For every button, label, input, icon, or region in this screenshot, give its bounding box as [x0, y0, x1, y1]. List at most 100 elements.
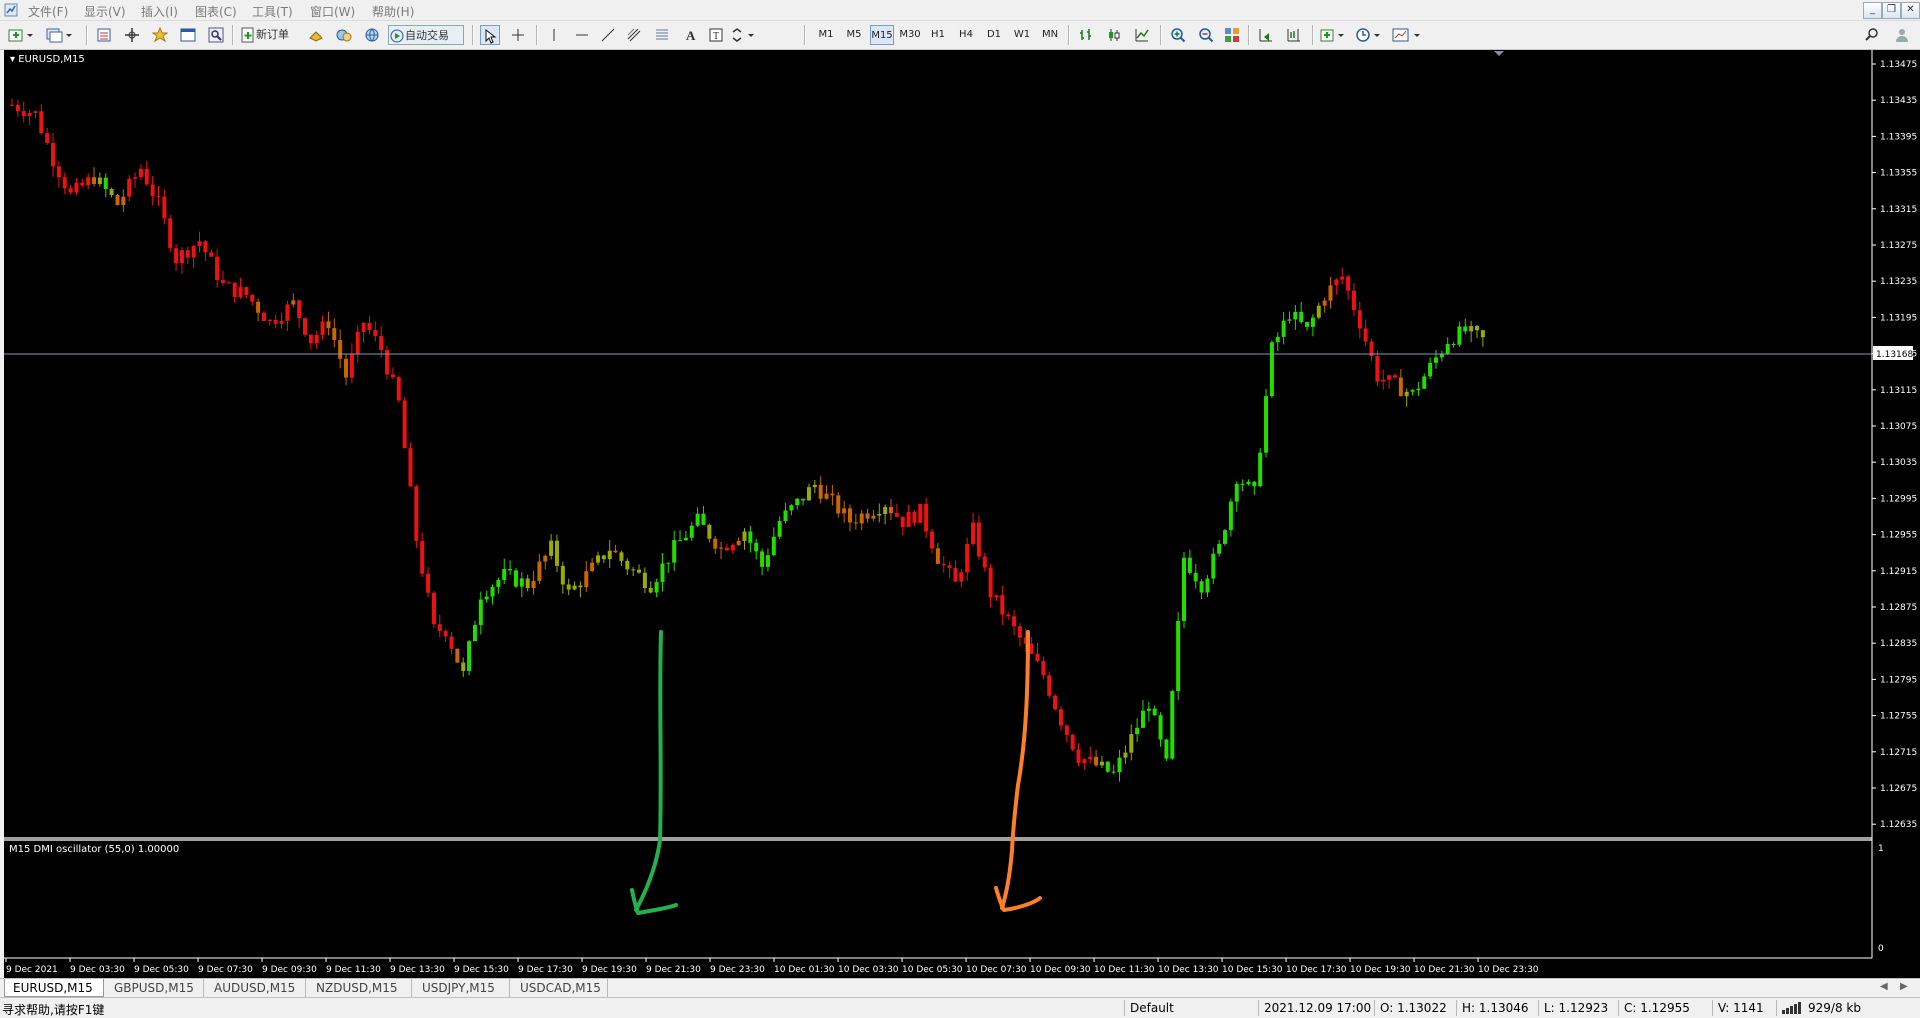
tab-usdjpy[interactable]: USDJPY,M15 — [414, 979, 510, 997]
help-text: 寻求帮助,请按F1键 — [2, 1003, 105, 1017]
trendline-button[interactable] — [598, 25, 618, 45]
profiles-button[interactable] — [46, 25, 74, 45]
close-button[interactable]: ✕ — [1901, 2, 1920, 19]
indicators-button[interactable] — [1320, 25, 1348, 45]
signals-button[interactable] — [334, 25, 354, 45]
chart-shift-button[interactable] — [1284, 25, 1304, 45]
tab-usdcad[interactable]: USDCAD,M15 — [512, 979, 608, 997]
candle-body — [1029, 643, 1034, 654]
menu-insert[interactable]: 插入(I) — [141, 3, 178, 20]
navigator-button[interactable] — [150, 25, 170, 45]
terminal-button[interactable] — [178, 25, 198, 45]
minimize-button[interactable]: _ — [1863, 2, 1882, 19]
timeframe-m30[interactable]: M30 — [898, 25, 922, 45]
menu-window[interactable]: 窗口(W) — [310, 3, 355, 20]
timeframe-m5[interactable]: M5 — [842, 25, 866, 45]
line-chart-button[interactable] — [1132, 25, 1152, 45]
candle-body — [244, 287, 249, 295]
candle-body — [631, 569, 636, 571]
bar-chart-button[interactable] — [1076, 25, 1096, 45]
meta-editor-button[interactable] — [306, 25, 326, 45]
timeframe-h4[interactable]: H4 — [954, 25, 978, 45]
timeframe-h1[interactable]: H1 — [926, 25, 950, 45]
tabs-scroll-left[interactable]: ◀ — [1880, 981, 1888, 992]
candle-body — [965, 543, 970, 573]
candle-body — [437, 624, 442, 631]
price-chart[interactable]: 1.13475 1.13435 1.13395 1.13355 1.13315 1.132… — [4, 50, 1920, 978]
menu-tools[interactable]: 工具(T) — [252, 3, 293, 20]
zoom-out-button[interactable] — [1196, 25, 1216, 45]
community-icon — [1896, 29, 1908, 42]
chart-window[interactable]: 1.13475 1.13435 1.13395 1.13355 1.13315 1.132… — [4, 50, 1920, 978]
candle-body — [619, 552, 624, 561]
price-axis-label: 1.13475 — [1880, 60, 1917, 70]
arrows-button[interactable] — [730, 25, 758, 45]
vertical-line-button[interactable] — [544, 25, 564, 45]
candle-body — [1193, 572, 1198, 582]
candle-body — [637, 569, 642, 573]
restore-button[interactable]: ❐ — [1882, 2, 1901, 19]
community-button[interactable] — [1892, 25, 1912, 45]
candle-body — [1158, 715, 1163, 740]
candle-body — [976, 522, 981, 557]
candle-body — [390, 374, 395, 378]
candle-body — [824, 493, 829, 499]
tab-nzdusd[interactable]: NZDUSD,M15 — [308, 979, 412, 997]
auto-trading-button[interactable]: 自动交易 — [388, 25, 464, 45]
tab-eurusd[interactable]: EURUSD,M15 — [4, 979, 104, 997]
vertical-line-icon — [553, 29, 555, 41]
channel-button[interactable] — [624, 25, 644, 45]
search-icon — [1865, 28, 1878, 41]
candle-body — [496, 579, 501, 587]
text-label-button[interactable]: T — [706, 25, 726, 45]
candle-body — [713, 538, 718, 549]
new-order-button[interactable]: 新订单 — [240, 25, 302, 45]
menu-file[interactable]: 文件(F) — [28, 3, 68, 20]
candle-body — [490, 586, 495, 597]
candle-body — [267, 319, 272, 322]
templates-button[interactable] — [1392, 25, 1424, 45]
timeframe-mn[interactable]: MN — [1038, 25, 1062, 45]
periods-button[interactable] — [1356, 25, 1384, 45]
timeframe-d1[interactable]: D1 — [982, 25, 1006, 45]
candle-body — [426, 573, 431, 593]
search-button[interactable] — [1862, 25, 1882, 45]
terminal-icon — [180, 28, 196, 42]
candle-body — [525, 578, 530, 589]
chart-title: ▾ EURUSD,M15 — [10, 54, 85, 65]
menu-help[interactable]: 帮助(H) — [372, 3, 414, 20]
fibonacci-button[interactable] — [652, 25, 672, 45]
svg-text:T: T — [713, 31, 719, 42]
data-window-button[interactable] — [122, 25, 142, 45]
candlestick-button[interactable] — [1104, 25, 1124, 45]
tabs-scroll-right[interactable]: ▶ — [1900, 981, 1908, 992]
new-chart-button[interactable] — [8, 25, 36, 45]
horizontal-line-button[interactable] — [572, 25, 592, 45]
candle-body — [1223, 530, 1228, 544]
menu-view[interactable]: 显示(V) — [84, 3, 126, 20]
candle-body — [889, 507, 893, 514]
tab-gbpusd[interactable]: GBPUSD,M15 — [106, 979, 204, 997]
crosshair-tool-button[interactable] — [508, 25, 528, 45]
candle-body — [947, 565, 952, 569]
cursor-tool-button[interactable] — [480, 25, 500, 45]
menu-charts[interactable]: 图表(C) — [195, 3, 237, 20]
market-watch-button[interactable] — [94, 25, 114, 45]
timeframe-m1[interactable]: M1 — [814, 25, 838, 45]
timeframe-w1[interactable]: W1 — [1010, 25, 1034, 45]
candle-body — [543, 555, 548, 562]
candle-body — [883, 507, 888, 515]
candle-body — [935, 548, 940, 564]
text-tool-button[interactable]: A — [680, 25, 700, 45]
time-axis-label: 9 Dec 09:30 — [262, 965, 317, 975]
open-price: O: 1.13022 — [1380, 1001, 1447, 1015]
timeframe-m15[interactable]: M15 — [870, 25, 894, 45]
bar-chart-icon — [1080, 29, 1091, 40]
zoom-in-button[interactable] — [1168, 25, 1188, 45]
tab-audusd[interactable]: AUDUSD,M15 — [206, 979, 306, 997]
strategy-tester-button[interactable] — [206, 25, 226, 45]
auto-scroll-button[interactable] — [1256, 25, 1276, 45]
tile-windows-button[interactable] — [1222, 25, 1242, 45]
web-button[interactable] — [362, 25, 382, 45]
tester-icon — [208, 27, 224, 43]
